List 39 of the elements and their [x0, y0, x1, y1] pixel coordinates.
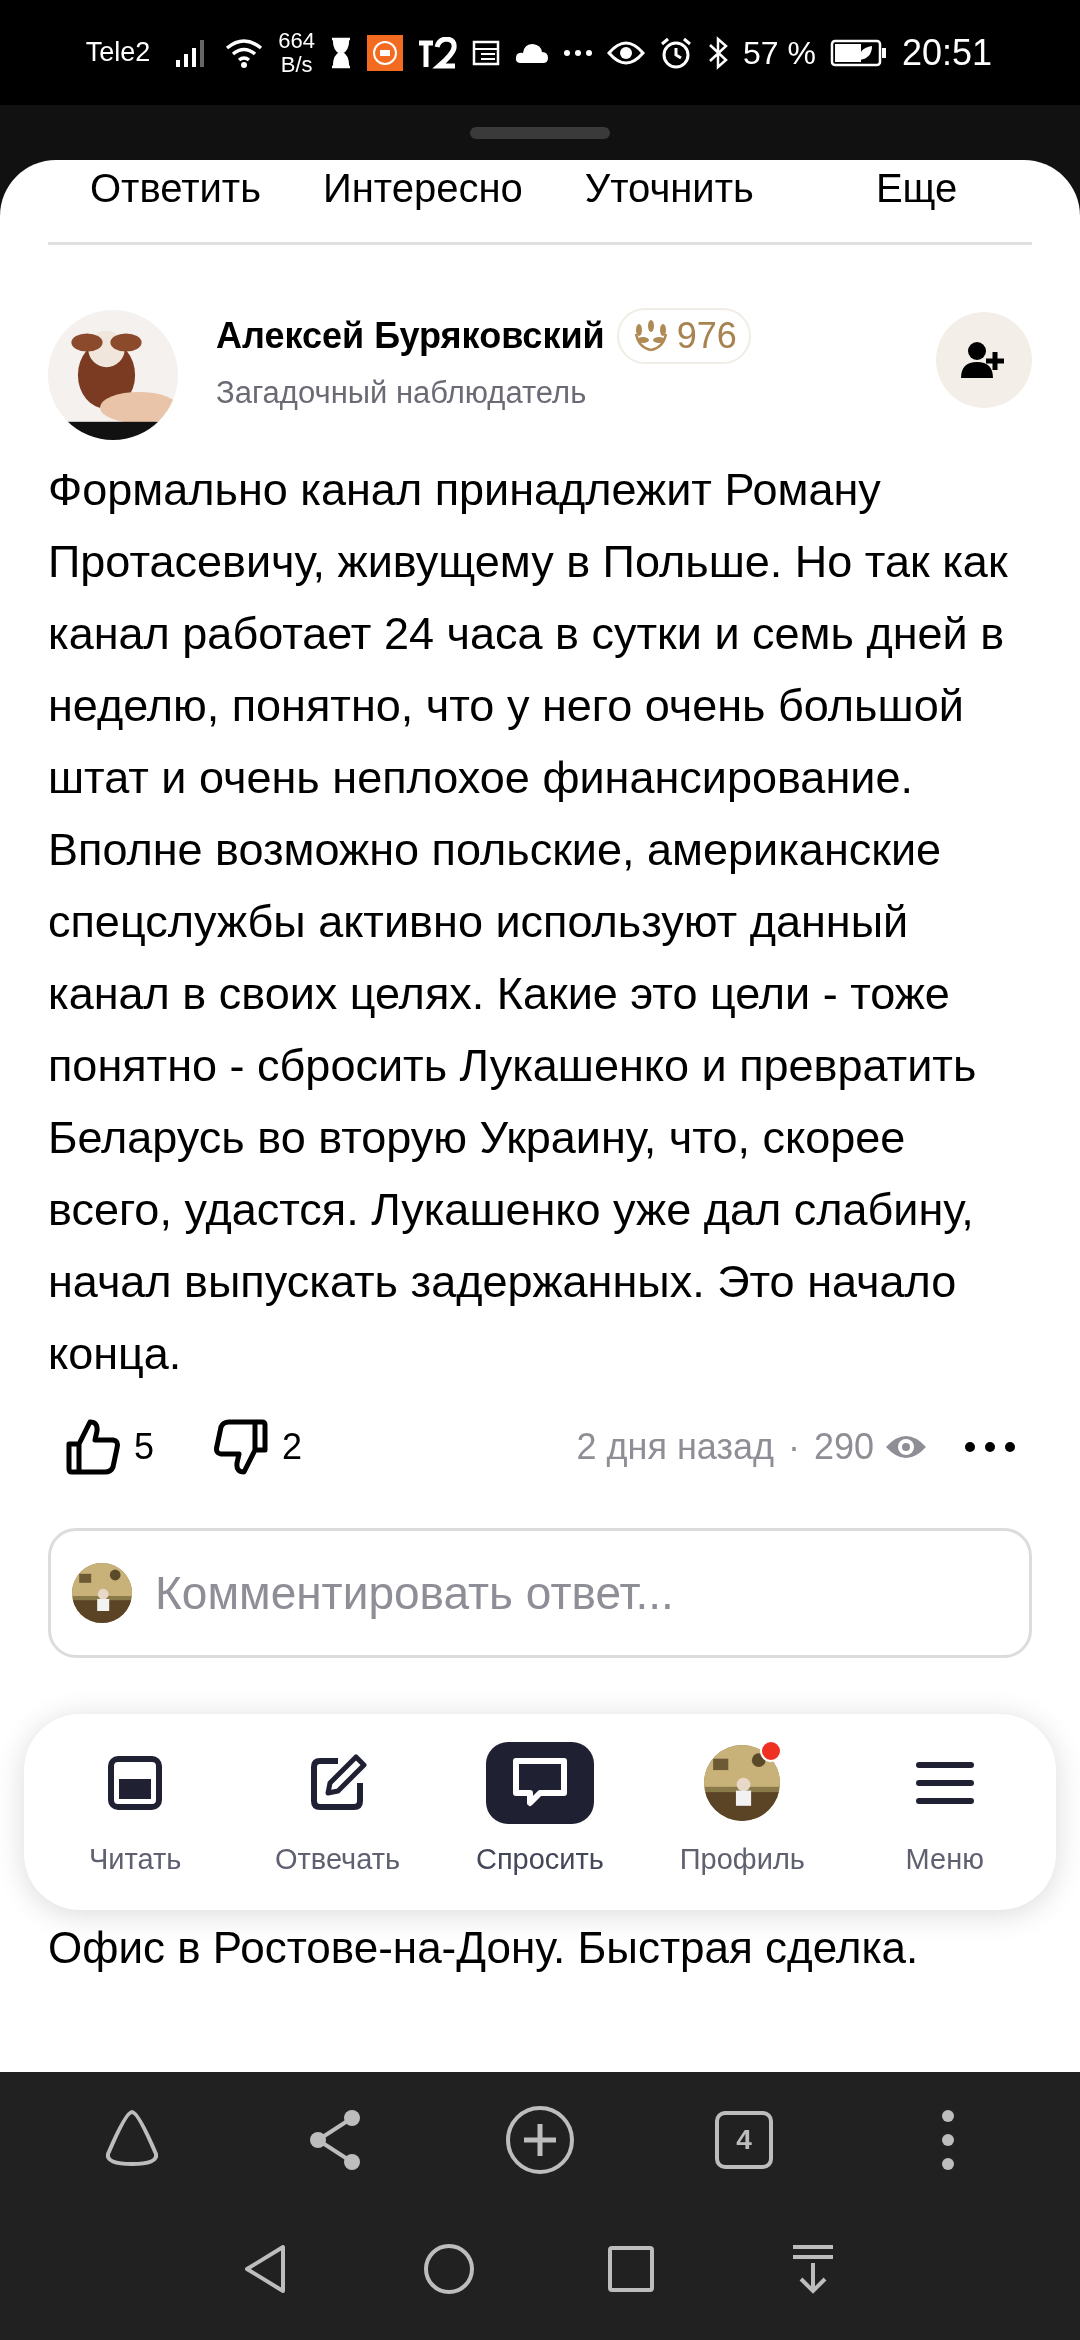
author-name: Алексей Буряковский: [216, 314, 605, 358]
view-count: 290: [813, 1425, 874, 1469]
separator-dot: ·: [787, 1425, 800, 1469]
plus-circle-icon: [504, 2104, 576, 2176]
nav-tab[interactable]: Читать: [40, 1742, 231, 1882]
action-link[interactable]: Ответить: [90, 164, 261, 212]
circle-icon: [421, 2241, 477, 2297]
carrier-name: Tele2: [85, 36, 151, 70]
battery-percent: 57 %: [742, 33, 816, 73]
nav-tab[interactable]: Меню: [849, 1742, 1040, 1882]
alarm-icon: [658, 35, 693, 70]
comment-field[interactable]: Комментировать ответ...: [48, 1528, 1032, 1658]
more-vertical-icon: [941, 2107, 955, 2173]
carrier-logo-icon: [416, 36, 457, 69]
post-time: 2 дня назад: [576, 1425, 774, 1469]
action-link[interactable]: Уточнить: [584, 164, 754, 212]
more-icon: [964, 1441, 1016, 1453]
dislike-button[interactable]: 2: [212, 1418, 303, 1476]
battery-icon: [829, 37, 888, 68]
rating-badge: 976: [616, 308, 751, 364]
nav-tab[interactable]: Отвечать: [242, 1742, 433, 1882]
nav-tab[interactable]: Спросить: [444, 1742, 635, 1882]
ad-text: Офис в Ростове-на-Дону. Быстрая сделка.: [47, 1922, 920, 1974]
thumbs-down-icon: [212, 1418, 271, 1476]
tabs-button[interactable]: 4: [715, 2111, 773, 2169]
network-speed: 664: [278, 28, 315, 53]
clock-time: 20:51: [901, 30, 992, 75]
nav-tab[interactable]: Профиль: [647, 1742, 838, 1882]
more-icon: [562, 47, 593, 58]
action-link[interactable]: Интересно: [323, 164, 523, 212]
answer-text: Формально канал принадлежит Роману Протасевичу, живущему в Польше. Но так как канал работает 24 часа в сутки и семь дней в неделю, понятно, что у него очень большой штат и очень неплохое финансирование. Вполне возможно польские, американские спецслужбы активно используют данный канал в своих целях. Какие это цели - тоже понятно - сбросить Лукашенко и превратить Беларусь во вторую Украину, что, скорее всего, удастся. Лукашенко уже дал слабину, начал выпускать задержанных. Это начало конца.: [47, 463, 1009, 1381]
user-status: Загадочный наблюдатель: [216, 374, 588, 412]
wifi-icon: [224, 36, 265, 69]
speed-unit: B/s: [280, 52, 313, 77]
more-button[interactable]: [964, 1441, 1016, 1453]
thumbs-up-icon: [64, 1418, 122, 1476]
action-link[interactable]: Еще: [875, 164, 958, 212]
like-button[interactable]: 5: [64, 1418, 155, 1476]
drag-handle[interactable]: [470, 127, 610, 139]
